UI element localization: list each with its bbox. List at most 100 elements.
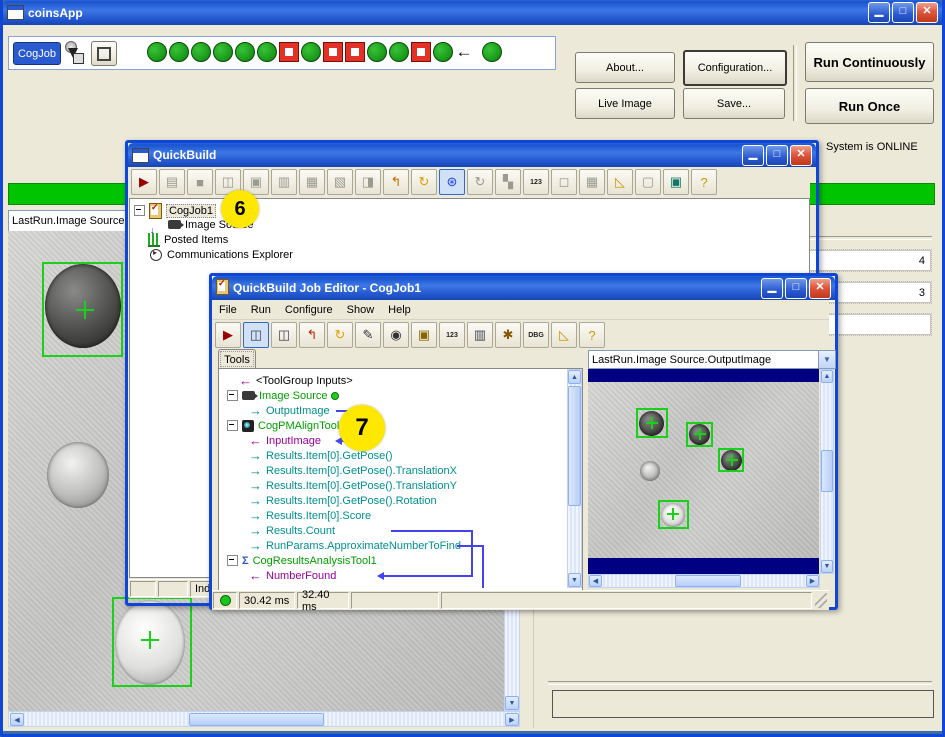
import-icon[interactable]: ↰ <box>383 169 409 195</box>
viewer-horizontal-scrollbar[interactable]: ◀ ▶ <box>588 574 820 588</box>
checklist-icon[interactable]: ▣ <box>411 322 437 348</box>
pages-icon[interactable]: ◨ <box>355 169 381 195</box>
collapse-icon[interactable] <box>134 205 145 216</box>
stop-icon[interactable]: ■ <box>187 169 213 195</box>
calculator-icon[interactable]: 123 <box>439 322 465 348</box>
help-icon[interactable]: ? <box>579 322 605 348</box>
ruler-icon[interactable]: ◺ <box>551 322 577 348</box>
message-box[interactable] <box>552 690 934 718</box>
monitor-icon[interactable]: ▣ <box>663 169 689 195</box>
camera-icon[interactable]: ◉ <box>383 322 409 348</box>
calculator-icon[interactable]: 123 <box>523 169 549 195</box>
scroll-up-arrow[interactable]: ▲ <box>568 370 581 384</box>
save-button[interactable]: Save... <box>683 88 785 119</box>
tree-item-posted-items[interactable]: Posted Items <box>148 232 228 247</box>
tree-item-cogresultsanalysistool1[interactable]: ΣCogResultsAnalysisTool1 <box>227 553 377 568</box>
scroll-right-arrow[interactable]: ▶ <box>505 713 519 726</box>
page-forward-icon[interactable]: ▥ <box>271 169 297 195</box>
gears-icon[interactable]: ⊛ <box>439 169 465 195</box>
run-icon[interactable]: ▶ <box>215 322 241 348</box>
scroll-down-arrow[interactable]: ▼ <box>568 573 581 587</box>
tree-item-translationy[interactable]: →Results.Item[0].GetPose().TranslationY <box>249 478 457 493</box>
tree-item-translationx[interactable]: →Results.Item[0].GetPose().TranslationX <box>249 463 457 478</box>
left-horizontal-scrollbar[interactable]: ◀ ▶ <box>8 711 520 727</box>
chevron-down-icon[interactable]: ▼ <box>818 351 835 368</box>
pointer-tool-icon[interactable] <box>63 40 87 66</box>
collapse-icon[interactable] <box>227 555 238 566</box>
tree-item-outputimage[interactable]: →OutputImage <box>249 403 330 418</box>
tree-item-toolgroup-inputs[interactable]: ←<ToolGroup Inputs> <box>239 373 353 388</box>
resize-grip[interactable] <box>815 593 827 608</box>
scroll-down-arrow[interactable]: ▼ <box>505 696 519 710</box>
minimize-button[interactable]: ▁ <box>868 2 890 23</box>
maximize-button[interactable]: □ <box>892 2 914 23</box>
viewer-vertical-scrollbar[interactable]: ▲ ▼ <box>820 369 834 574</box>
scroll-left-arrow[interactable]: ◀ <box>10 713 24 726</box>
cogjob-button[interactable]: CogJob <box>13 42 61 65</box>
collapse-icon[interactable] <box>227 420 238 431</box>
refresh-icon[interactable]: ↻ <box>411 169 437 195</box>
folder-icon[interactable]: ▦ <box>299 169 325 195</box>
brush-icon[interactable]: ✎ <box>355 322 381 348</box>
ruler-icon[interactable]: ◺ <box>607 169 633 195</box>
tree-item-inputimage[interactable]: ←InputImage <box>249 433 321 448</box>
display-image-selector[interactable]: LastRun.Image Source.OutputImage ▼ <box>588 350 836 369</box>
minimize-button[interactable]: ▁ <box>761 278 783 299</box>
close-button[interactable]: ✕ <box>809 278 831 299</box>
tree-item-numberfound[interactable]: ←NumberFound <box>249 568 336 583</box>
shape-tool-button[interactable] <box>91 41 117 66</box>
tools-tab[interactable]: Tools <box>218 349 256 369</box>
table-icon[interactable]: ▦ <box>579 169 605 195</box>
open-icon[interactable]: ▤ <box>159 169 185 195</box>
scroll-right-arrow[interactable]: ▶ <box>806 575 819 587</box>
values-icon[interactable]: ▥ <box>467 322 493 348</box>
menu-help[interactable]: Help <box>381 302 418 318</box>
tree-item-approx-number[interactable]: →RunParams.ApproximateNumberToFind <box>249 538 461 553</box>
collapse-icon[interactable] <box>227 390 238 401</box>
about-button[interactable]: About... <box>575 52 675 83</box>
run-icon[interactable]: ▶ <box>131 169 157 195</box>
tree-item-communications[interactable]: Communications Explorer <box>150 247 293 262</box>
run-continuously-button[interactable]: Run Continuously <box>805 42 934 82</box>
scroll-thumb[interactable] <box>675 575 741 587</box>
window-icon[interactable]: ◻ <box>551 169 577 195</box>
scroll-thumb[interactable] <box>568 386 581 506</box>
quickbuild-titlebar[interactable]: QuickBuild ▁ □ ✕ <box>128 143 816 167</box>
scroll-thumb[interactable] <box>189 713 324 726</box>
refresh-icon[interactable]: ↻ <box>327 322 353 348</box>
tools-icon[interactable]: ✱ <box>495 322 521 348</box>
live-image-button[interactable]: Live Image <box>575 88 675 119</box>
tree-item-score[interactable]: →Results.Item[0].Score <box>249 508 371 523</box>
tree-item-results-count[interactable]: →Results.Count <box>249 523 335 538</box>
main-titlebar[interactable]: coinsApp ▁ □ ✕ <box>3 0 942 25</box>
configuration-button[interactable]: Configuration... <box>683 50 787 86</box>
tree-item-cogpmaligntool1[interactable]: CogPMAlignTool1 <box>227 418 345 433</box>
run-once-button[interactable]: Run Once <box>805 88 934 124</box>
float-all-icon[interactable]: ◫ <box>271 322 297 348</box>
maximize-button[interactable]: □ <box>785 278 807 299</box>
debug-icon[interactable]: DBG <box>523 322 549 348</box>
tree-item-cogjob1[interactable]: CogJob1 <box>134 203 216 218</box>
document-icon[interactable]: ▢ <box>635 169 661 195</box>
maximize-button[interactable]: □ <box>766 145 788 166</box>
tree-item-rotation[interactable]: →Results.Item[0].GetPose().Rotation <box>249 493 437 508</box>
close-button[interactable]: ✕ <box>916 2 938 23</box>
left-image-selector[interactable]: LastRun.Image Source.C <box>8 210 128 232</box>
close-button[interactable]: ✕ <box>790 145 812 166</box>
cycle-icon[interactable]: ↻ <box>467 169 493 195</box>
notes-icon[interactable]: ▧ <box>327 169 353 195</box>
minimize-button[interactable]: ▁ <box>742 145 764 166</box>
menu-file[interactable]: File <box>212 302 244 318</box>
float-window-icon[interactable]: ◫ <box>243 322 269 348</box>
scroll-up-arrow[interactable]: ▲ <box>821 370 833 383</box>
tree-item-getpose[interactable]: →Results.Item[0].GetPose() <box>249 448 393 463</box>
menu-run[interactable]: Run <box>244 302 278 318</box>
scroll-thumb[interactable] <box>821 450 833 492</box>
menu-configure[interactable]: Configure <box>278 302 340 318</box>
tree-vertical-scrollbar[interactable]: ▲ ▼ <box>567 369 582 588</box>
scroll-down-arrow[interactable]: ▼ <box>821 560 833 573</box>
menu-show[interactable]: Show <box>340 302 382 318</box>
tree-item-image-source[interactable]: Image Source <box>227 388 339 403</box>
chart-icon[interactable]: ▚ <box>495 169 521 195</box>
help-icon[interactable]: ? <box>691 169 717 195</box>
